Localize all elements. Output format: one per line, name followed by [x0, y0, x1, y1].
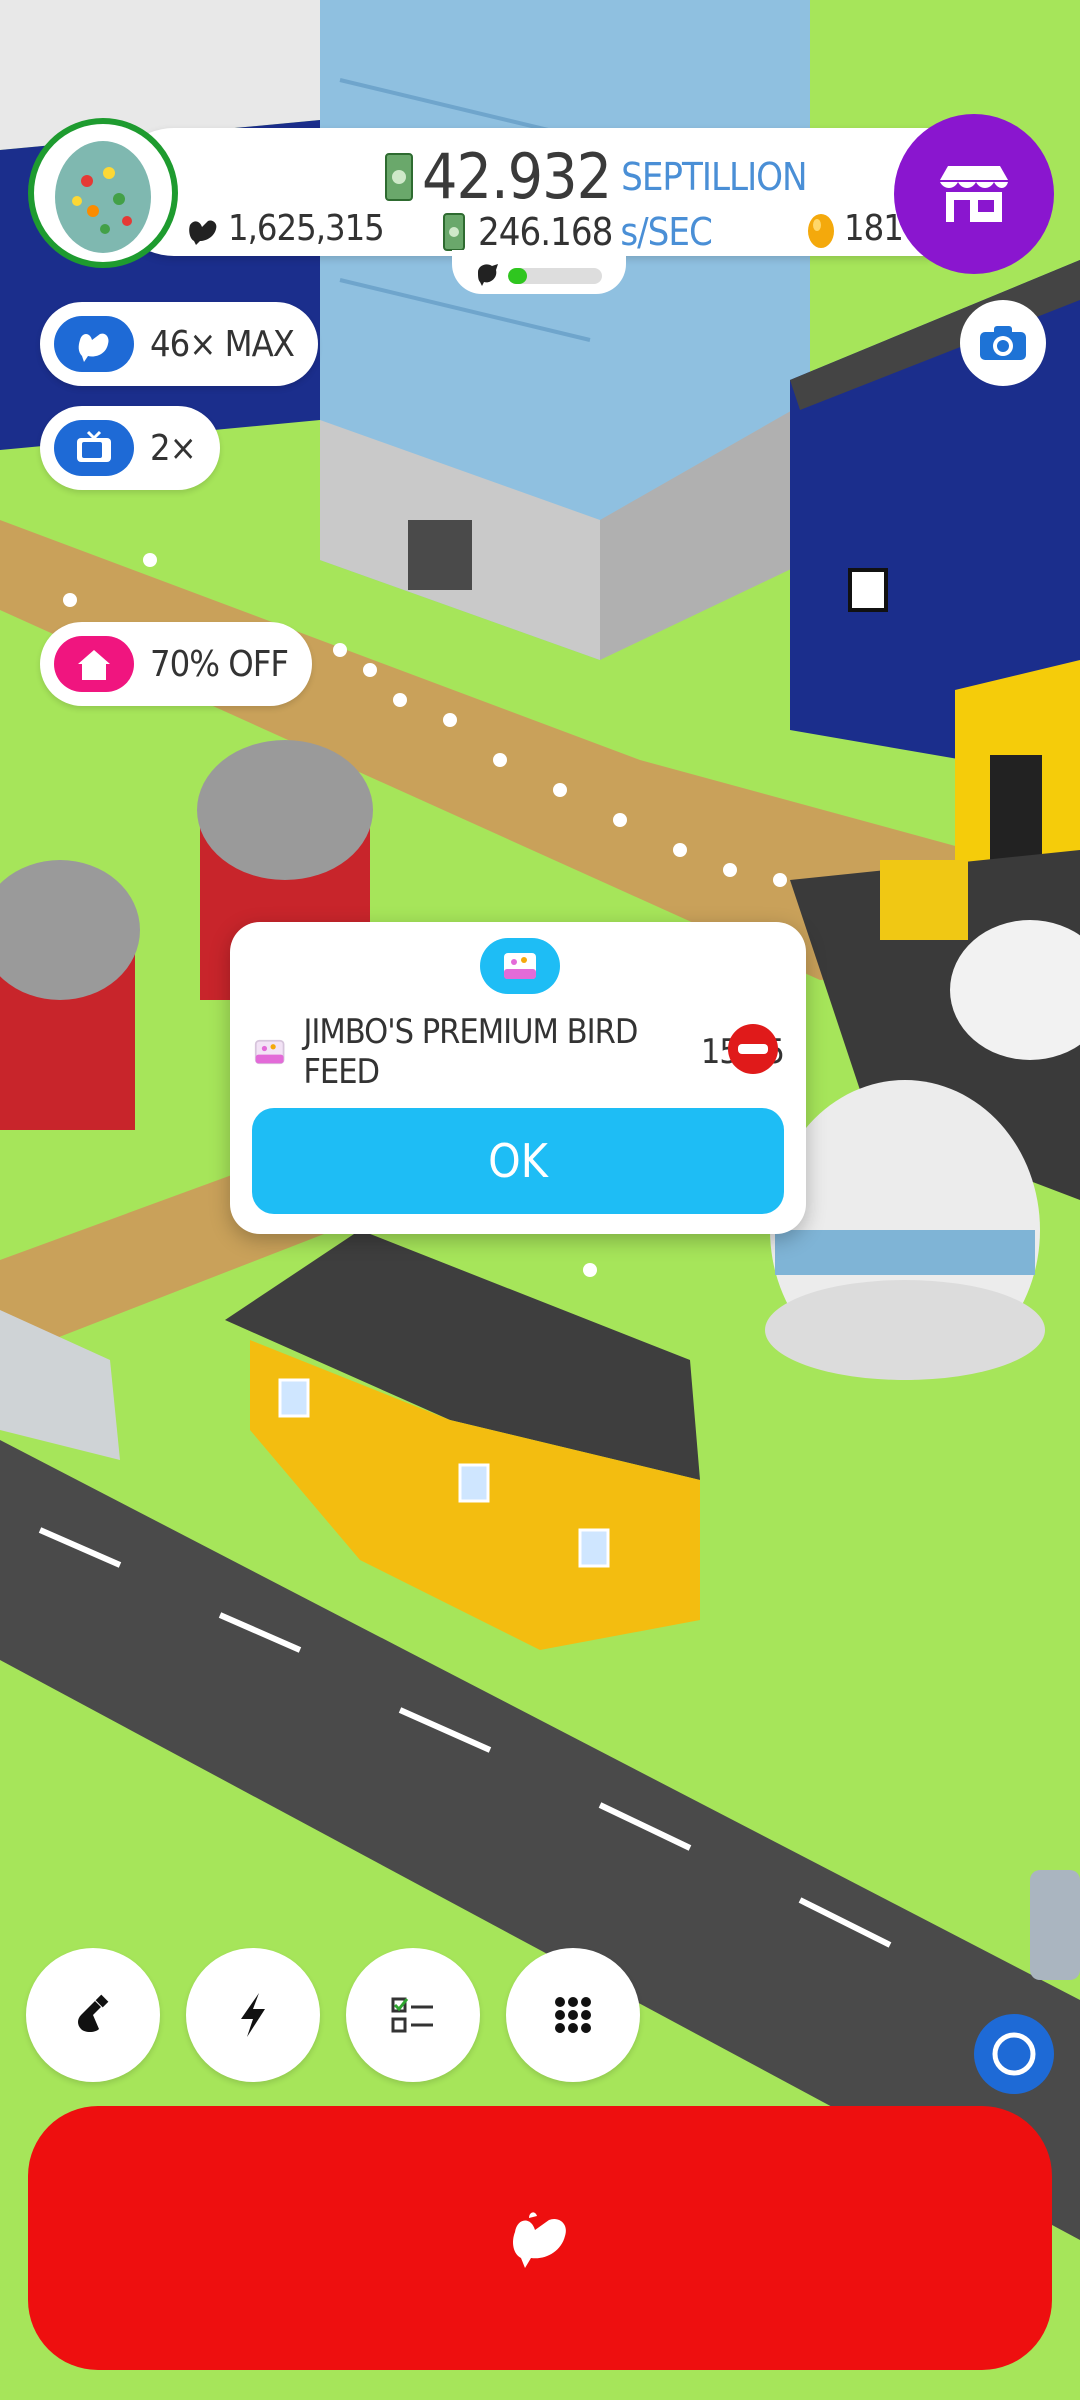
sale-pill[interactable]: 70% OFF: [40, 622, 313, 706]
menu-button[interactable]: [506, 1948, 640, 2082]
chicken-count-display: 1,625,315: [186, 208, 385, 249]
camera-reset-button[interactable]: [974, 2014, 1054, 2094]
golden-egg-count: 181: [844, 208, 904, 249]
research-button[interactable]: [26, 1948, 160, 2082]
chicken-boost-pill[interactable]: 46× MAX: [40, 302, 318, 386]
lightning-icon: [241, 1993, 265, 2037]
egg-type-button[interactable]: [28, 118, 178, 268]
shop-button[interactable]: [894, 114, 1054, 274]
egg-icon: [55, 141, 151, 253]
golden-egg-display: 181: [806, 208, 904, 249]
video-boost-pill[interactable]: 2×: [40, 406, 220, 490]
house-icon: [54, 636, 134, 692]
earning-rate-value: 246.168: [478, 210, 613, 254]
earning-rate-display: 246.168 s/SEC: [442, 210, 713, 254]
minus-icon: [738, 1044, 768, 1054]
boost-row: JIMBO'S PREMIUM BIRD FEED 15:25: [254, 1012, 785, 1092]
chicken-icon: [513, 2212, 566, 2268]
habitat-progress-fill: [508, 268, 527, 284]
camera-button[interactable]: [960, 300, 1046, 386]
store-icon: [940, 166, 1008, 222]
remove-boost-button[interactable]: [728, 1024, 778, 1074]
cash-icon: [443, 213, 465, 251]
cash-display: 42.932 SEPTILLION: [384, 140, 808, 213]
bird-feed-icon: [504, 953, 536, 979]
earning-rate-unit: s/SEC: [620, 210, 713, 254]
chicken-silhouette-icon: [189, 219, 217, 245]
tv-icon: [54, 420, 134, 476]
habitat-progress-bar: [508, 268, 602, 284]
boost-name: JIMBO'S PREMIUM BIRD FEED: [303, 1012, 638, 1092]
ring-icon: [992, 2032, 1036, 2076]
sale-label: 70% OFF: [150, 643, 289, 685]
checklist-icon: [391, 1997, 433, 2033]
video-boost-label: 2×: [150, 427, 197, 469]
chick-icon: [478, 264, 498, 286]
chicken-count: 1,625,315: [228, 208, 385, 249]
bird-feed-icon: [254, 1039, 285, 1065]
active-boosts-dialog: JIMBO'S PREMIUM BIRD FEED 15:25 OK: [230, 922, 806, 1234]
cash-icon: [385, 152, 413, 201]
cash-amount: 42.932: [422, 140, 612, 213]
bird-feed-badge: [480, 938, 560, 994]
boosts-button[interactable]: [186, 1948, 320, 2082]
flask-icon: [78, 1994, 109, 2032]
ok-button[interactable]: OK: [252, 1108, 784, 1214]
hatch-chicken-button[interactable]: [28, 2106, 1052, 2370]
grid-icon: [555, 1997, 591, 2033]
chicken-icon: [54, 316, 134, 372]
golden-egg-icon: [808, 213, 834, 248]
camera-icon: [980, 326, 1026, 360]
cash-unit: SEPTILLION: [621, 154, 807, 199]
missions-button[interactable]: [346, 1948, 480, 2082]
chicken-boost-label: 46× MAX: [150, 323, 295, 365]
